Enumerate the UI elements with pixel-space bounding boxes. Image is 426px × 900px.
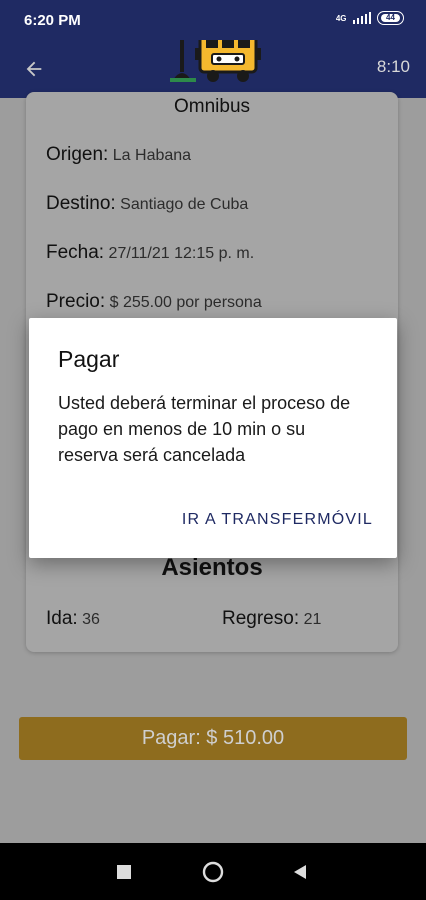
return-seat-row: Regreso: 21 (222, 608, 321, 630)
destination-label: Destino: (46, 193, 116, 214)
arrow-left-icon (26, 61, 42, 77)
destination-value: Santiago de Cuba (120, 196, 249, 213)
battery-icon: 44 (377, 11, 404, 25)
price-value: $ 255.00 por persona (109, 294, 262, 311)
date-row: Fecha: 27/11/21 12:15 p. m. (46, 242, 254, 264)
back-button[interactable] (18, 53, 50, 85)
dialog-title: Pagar (58, 346, 120, 372)
date-value: 27/11/21 12:15 p. m. (108, 245, 255, 262)
square-icon (117, 864, 131, 879)
circle-icon (202, 861, 224, 882)
origin-label: Origen: (46, 144, 109, 165)
recent-apps-button[interactable] (94, 843, 154, 900)
return-seat-value: 21 (303, 611, 322, 628)
destination-row: Destino: Santiago de Cuba (46, 193, 248, 215)
outbound-seat-label: Ida: (46, 608, 78, 629)
triangle-back-icon (294, 864, 306, 879)
origin-value: La Habana (112, 147, 192, 164)
navigation-bar (0, 843, 426, 900)
status-time: 6:20 PM (24, 12, 81, 29)
payment-dialog: Pagar Usted deberá terminar el proceso d… (29, 318, 397, 558)
origin-row: Origen: La Habana (46, 144, 191, 166)
pay-button[interactable]: Pagar: $ 510.00 (19, 717, 407, 760)
status-icons: 4G 44 (336, 11, 404, 25)
outbound-seat-row: Ida: 36 (46, 608, 100, 630)
trip-card-title: Omnibus (173, 96, 251, 117)
battery-level: 44 (381, 14, 400, 22)
price-row: Precio: $ 255.00 por persona (46, 291, 262, 313)
signal-icon (352, 12, 371, 24)
dialog-message: Usted deberá terminar el proceso de pago… (58, 393, 351, 465)
return-seat-label: Regreso: (222, 608, 300, 629)
countdown-timer: 8:10 (376, 57, 410, 76)
network-type: 4G (335, 13, 347, 23)
bus-logo-icon (170, 40, 261, 82)
transfermovil-button[interactable]: IR A TRANSFERMÓVIL (182, 511, 373, 529)
date-label: Fecha: (46, 242, 105, 263)
status-bar: 6:20 PM 4G 44 (0, 0, 426, 40)
outbound-seat-value: 36 (82, 611, 100, 628)
seats-title: Asientos (161, 554, 263, 581)
price-label: Precio: (46, 291, 106, 312)
nav-back-button[interactable] (270, 843, 330, 900)
home-button[interactable] (183, 843, 243, 900)
app-bar: 8:10 (0, 40, 426, 98)
